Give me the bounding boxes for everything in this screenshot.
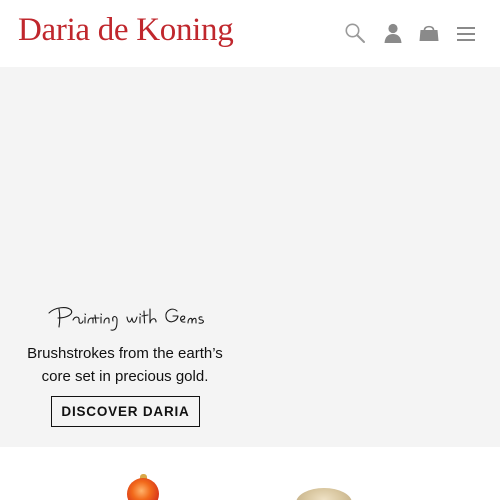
account-icon[interactable]	[382, 22, 404, 44]
hero-banner: Painting with Gems Brushstrokes from the…	[0, 67, 500, 447]
hero-description-line-2: core set in precious gold.	[41, 368, 209, 385]
hero-description-line-1: Brushstrokes from the earth’s	[27, 345, 223, 362]
handwritten-heading-graphic	[48, 307, 204, 331]
discover-daria-button[interactable]: DISCOVER DARIA	[51, 396, 200, 427]
site-header: Daria de Koning	[0, 0, 500, 67]
hero-description: Brushstrokes from the earth’s core set i…	[0, 342, 250, 388]
hero-script-heading: Painting with Gems	[45, 299, 215, 335]
gold-pave-ring-image[interactable]	[296, 488, 352, 500]
menu-icon[interactable]	[455, 22, 477, 44]
shopping-bag-icon[interactable]	[418, 22, 440, 44]
brand-logo[interactable]: Daria de Koning	[18, 10, 234, 50]
product-preview-row	[0, 447, 500, 500]
orange-gem-ring-image[interactable]	[127, 478, 159, 500]
search-icon[interactable]	[344, 22, 366, 44]
